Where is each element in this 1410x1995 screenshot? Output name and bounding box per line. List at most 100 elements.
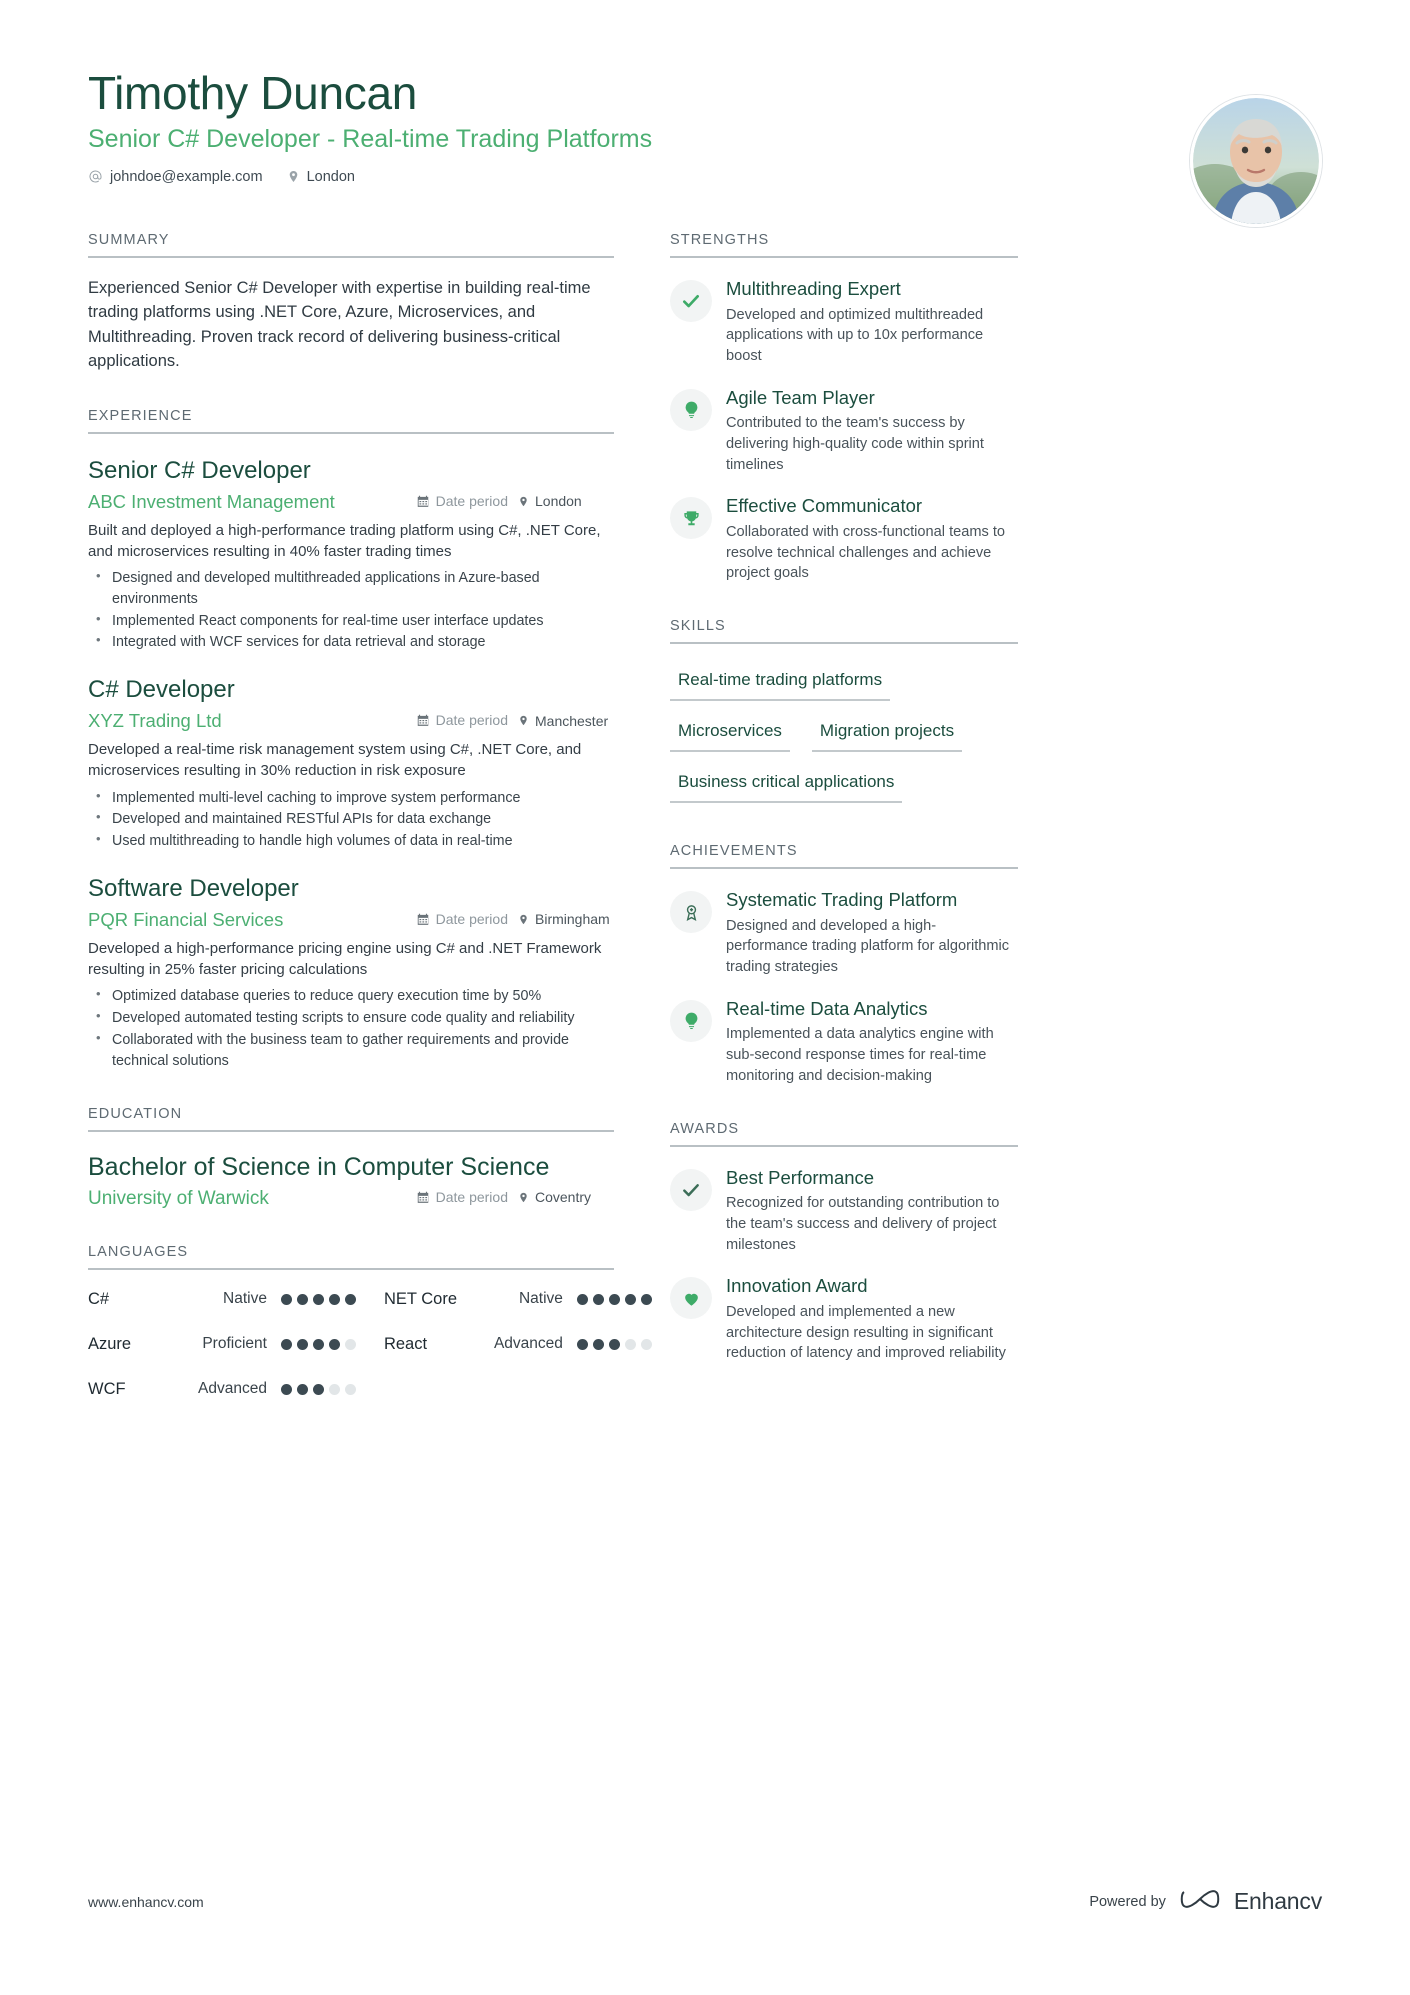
section-strengths: STRENGTHS Multithreading Expert Develope…: [670, 232, 1018, 584]
rating-dot: [624, 1338, 636, 1350]
skill-tag[interactable]: Microservices: [670, 715, 790, 753]
rating-dot: [312, 1293, 324, 1305]
skill-tag[interactable]: Real-time trading platforms: [670, 664, 891, 702]
education-location: Coventry: [518, 1189, 614, 1205]
job-meta: PQR Financial Services Date period Birmi…: [88, 909, 614, 931]
strength-desc: Contributed to the team's success by del…: [726, 415, 984, 473]
rating-dot: [328, 1293, 340, 1305]
resume-page: Timothy Duncan Senior C# Developer - Rea…: [0, 0, 1410, 1995]
rating-dot: [344, 1383, 356, 1395]
list-item: Implemented multi-level caching to impro…: [88, 787, 614, 809]
contact-email[interactable]: johndoe@example.com: [88, 169, 263, 185]
skill-tag[interactable]: Migration projects: [811, 715, 963, 753]
list-item: Integrated with WCF services for data re…: [88, 631, 614, 653]
job-date: Date period: [416, 911, 508, 927]
section-summary-heading: SUMMARY: [88, 232, 170, 248]
lightbulb-icon: [670, 388, 712, 431]
language-level: Native: [518, 1290, 563, 1308]
rating-dot: [280, 1338, 292, 1350]
section-languages: LANGUAGES C# Native NET Core Native Azur…: [88, 1244, 652, 1399]
list-item: Developed automated testing scripts to e…: [88, 1007, 614, 1029]
right-column: STRENGTHS Multithreading Expert Develope…: [670, 232, 1018, 1364]
award-title: Innovation Award: [726, 1275, 868, 1297]
map-pin-icon: [518, 495, 529, 508]
resume-header: Timothy Duncan Senior C# Developer - Rea…: [88, 67, 1322, 185]
strength-item: Agile Team Player Contributed to the tea…: [670, 387, 1018, 476]
section-summary: SUMMARY Experienced Senior C# Developer …: [88, 232, 614, 374]
job-location: London: [518, 493, 614, 509]
achievement-title: Real-time Data Analytics: [726, 997, 928, 1019]
language-name: C#: [88, 1289, 110, 1308]
job-headline: Senior C# Developer - Real-time Trading …: [88, 124, 653, 153]
job-location-text: Birmingham: [535, 911, 610, 928]
divider: [88, 256, 614, 258]
education-date-text: Date period: [435, 1188, 508, 1205]
calendar-icon: [416, 713, 430, 727]
footer-branding: Powered by Enhancv: [1089, 1886, 1322, 1917]
job-location: Manchester: [518, 713, 614, 729]
check-icon: [670, 1168, 712, 1211]
job-location-text: London: [535, 493, 582, 510]
job-title: Software Developer: [88, 874, 299, 902]
rating-dot: [640, 1338, 652, 1350]
school-name: University of Warwick: [88, 1187, 269, 1209]
rating-dot: [344, 1338, 356, 1350]
award-ribbon-icon: [670, 891, 712, 934]
language-level: Advanced: [198, 1380, 267, 1398]
language-rating: [576, 1338, 652, 1350]
lightbulb-icon: [670, 999, 712, 1042]
strength-item: Multithreading Expert Developed and opti…: [670, 278, 1018, 367]
divider: [670, 642, 1018, 645]
calendar-icon: [416, 912, 430, 926]
rating-dot: [328, 1383, 340, 1395]
list-item: Optimized database queries to reduce que…: [88, 985, 614, 1007]
award-item: Best Performance Recognized for outstand…: [670, 1167, 1018, 1256]
rating-dot: [312, 1383, 324, 1395]
skill-tag[interactable]: Business critical applications: [670, 766, 903, 804]
experience-item: C# Developer XYZ Trading Ltd Date period: [88, 675, 614, 852]
job-title: C# Developer: [88, 676, 235, 704]
achievement-item: Real-time Data Analytics Implemented a d…: [670, 998, 1018, 1087]
job-company: XYZ Trading Ltd: [88, 710, 222, 732]
divider: [670, 1144, 1018, 1147]
award-desc: Developed and implemented a new architec…: [726, 1303, 1006, 1362]
brand: Enhancv: [1180, 1886, 1322, 1917]
rating-dot: [280, 1293, 292, 1305]
language-name: WCF: [88, 1379, 126, 1398]
list-item: Used multithreading to handle high volum…: [88, 830, 614, 852]
rating-dot: [592, 1338, 604, 1350]
heart-icon: [670, 1277, 712, 1320]
section-skills: SKILLS Real-time trading platforms Micro…: [670, 618, 1018, 817]
section-awards: AWARDS Best Performance Recognized for o…: [670, 1121, 1018, 1364]
calendar-icon: [416, 1190, 430, 1204]
rating-dot: [312, 1338, 324, 1350]
rating-dot: [640, 1293, 652, 1305]
job-meta: ABC Investment Management Date period Lo…: [88, 491, 614, 513]
job-date-text: Date period: [435, 910, 508, 927]
section-experience-heading: EXPERIENCE: [88, 407, 193, 424]
footer-site-url[interactable]: www.enhancv.com: [88, 1894, 204, 1910]
divider: [670, 867, 1018, 870]
language-rating: [280, 1338, 356, 1350]
language-item: WCF Advanced: [88, 1380, 356, 1399]
achievement-title: Systematic Trading Platform: [726, 889, 958, 911]
strength-title: Multithreading Expert: [726, 278, 901, 299]
strength-desc: Collaborated with cross-functional teams…: [726, 524, 1006, 582]
summary-text: Experienced Senior C# Developer with exp…: [88, 279, 591, 371]
rating-dot: [296, 1383, 308, 1395]
strength-desc: Developed and optimized multithreaded ap…: [726, 306, 984, 364]
contact-row: johndoe@example.com London: [88, 169, 1322, 185]
job-title: Senior C# Developer: [88, 456, 311, 484]
job-date-text: Date period: [435, 492, 508, 509]
left-column: SUMMARY Experienced Senior C# Developer …: [88, 232, 652, 1399]
achievement-desc: Designed and developed a high-performanc…: [726, 917, 1010, 976]
language-level: Advanced: [493, 1335, 563, 1353]
language-rating: [576, 1293, 652, 1305]
powered-by-label: Powered by: [1089, 1893, 1166, 1910]
language-item: React Advanced: [384, 1335, 652, 1354]
section-education-heading: EDUCATION: [88, 1106, 183, 1123]
section-education: EDUCATION Bachelor of Science in Compute…: [88, 1106, 614, 1209]
contact-location: London: [287, 169, 355, 185]
divider: [88, 1267, 614, 1270]
job-date-text: Date period: [435, 712, 508, 729]
